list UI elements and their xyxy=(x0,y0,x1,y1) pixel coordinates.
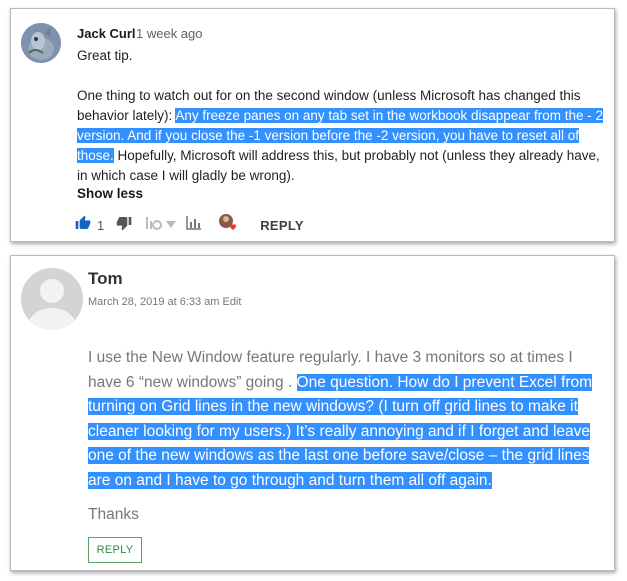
avatar xyxy=(21,268,83,330)
comment-body: I use the New Window feature regularly. … xyxy=(88,346,608,493)
thumbs-up-icon[interactable] xyxy=(75,215,91,236)
comment-date-link[interactable]: March 28, 2019 at 6:33 am xyxy=(88,296,219,308)
reply-button[interactable]: REPLY xyxy=(260,218,304,233)
vote-down-icon[interactable] xyxy=(144,215,164,236)
reply-button[interactable]: REPLY xyxy=(88,537,142,563)
comment-card-tom: Tom March 28, 2019 at 6:33 am Edit I use… xyxy=(10,255,615,571)
comment-card-jack: Jack Curl 1 week ago Great tip. One thin… xyxy=(10,8,615,242)
comment-signoff: Thanks xyxy=(88,506,139,523)
like-count: 1 xyxy=(97,217,105,233)
comment-actions: 1 REPLY xyxy=(75,213,304,238)
author-name: Tom xyxy=(88,269,123,288)
author-name[interactable]: Jack Curl xyxy=(77,26,136,41)
avatar[interactable] xyxy=(21,23,61,63)
chevron-down-icon[interactable] xyxy=(166,216,177,234)
comment-line: Great tip. xyxy=(77,48,133,63)
timestamp[interactable]: 1 week ago xyxy=(136,26,203,41)
comment-text: Hopefully, Microsoft will address this, … xyxy=(77,148,600,183)
comment-body: Great tip. One thing to watch out for on… xyxy=(77,46,607,186)
comment-meta: March 28, 2019 at 6:33 am Edit xyxy=(88,296,242,308)
show-less-button[interactable]: Show less xyxy=(77,186,143,201)
stats-bar-icon[interactable] xyxy=(186,215,202,235)
edit-link[interactable]: Edit xyxy=(223,296,242,308)
thumbs-down-icon[interactable] xyxy=(116,215,132,236)
comment-paragraph: One thing to watch out for on the second… xyxy=(77,86,607,186)
reactions-icon[interactable] xyxy=(218,213,238,238)
